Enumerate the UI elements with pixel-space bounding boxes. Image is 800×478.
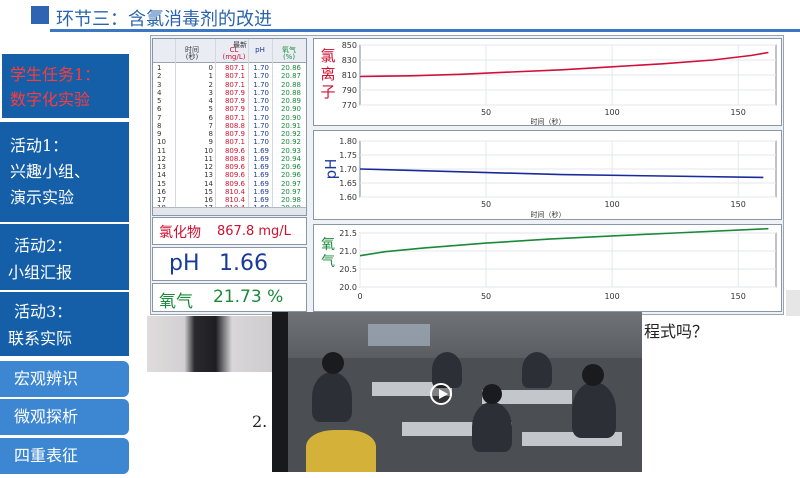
- header-square-icon: [31, 6, 49, 24]
- sidebar-task[interactable]: 学生任务1： 数字化实验: [0, 52, 129, 118]
- y-tick-label: 790: [342, 86, 357, 95]
- header-underline: [50, 29, 800, 32]
- y-tick-label: 21.0: [339, 247, 357, 256]
- chart-ph[interactable]: 1.80 1.75 1.70 1.65 1.60 50 100 150 时间（秒） pH: [313, 130, 782, 220]
- col-header-cl: CL (mg/L): [222, 46, 246, 61]
- play-icon: [439, 389, 448, 399]
- activity-2-line: 小组汇报: [8, 263, 73, 282]
- x-tick-label: 0: [357, 292, 362, 301]
- x-tick-label: 150: [731, 292, 746, 301]
- readout-ph-value: 1.66: [219, 251, 268, 276]
- slide-title: 环节三：含氯消毒剂的改进: [56, 9, 272, 30]
- x-tick-label: 150: [731, 108, 746, 117]
- y-axis-label-char: 氯: [320, 47, 335, 65]
- readout-ph: pH 1.66: [152, 247, 307, 281]
- readout-oxygen-value: 21.73 %: [213, 287, 284, 307]
- y-tick-label: 1.60: [339, 193, 357, 202]
- readout-chloride-value: 867.8 mg/L: [217, 224, 291, 239]
- sidebar-activity-3[interactable]: 活动3： 联系实际: [0, 290, 129, 356]
- table-horizontal-scrollbar[interactable]: [153, 207, 306, 215]
- y-axis-label-char: 氧: [321, 237, 335, 253]
- readout-ph-label: pH: [169, 251, 200, 276]
- y-tick-label: 1.80: [339, 137, 357, 146]
- plot-area: [359, 232, 777, 288]
- slide-text-bottom: 2.: [252, 412, 268, 431]
- activity-1-line: 兴趣小组、: [10, 162, 91, 181]
- y-tick-label: 1.75: [339, 151, 357, 160]
- activity-1-title: 活动1：: [10, 136, 69, 155]
- y-axis-label: pH: [322, 159, 340, 180]
- y-tick-label: 770: [342, 101, 357, 110]
- x-tick-label: 50: [481, 108, 491, 117]
- x-tick-label: 100: [604, 108, 619, 117]
- readout-oxygen: 氧气 21.73 %: [152, 283, 307, 312]
- task-line-2: 数字化实验: [10, 90, 91, 109]
- x-axis-label: 时间（秒）: [531, 210, 566, 219]
- col-header-o2: 氧气 (%): [282, 46, 296, 61]
- chart-oxygen[interactable]: 21.5 21.0 20.5 20.0 0 50 100 150 氧气: [313, 224, 782, 312]
- x-axis-label: 时间（秒）: [531, 117, 566, 126]
- y-tick-label: 830: [342, 56, 357, 65]
- activity-1-line: 演示实验: [10, 188, 75, 207]
- slide-header: 环节三：含氯消毒剂的改进: [0, 0, 800, 36]
- y-tick-label: 1.70: [339, 165, 357, 174]
- y-axis-label-char: 气: [321, 254, 335, 270]
- slide-text-right: 程式吗？: [644, 322, 709, 341]
- y-tick-label: 850: [342, 41, 357, 50]
- chart-chloride[interactable]: 850 830 810 790 770 50 100 150 时间（秒） 氯离子: [313, 38, 782, 126]
- y-axis-label-char: 离: [320, 65, 335, 83]
- y-tick-label: 1.65: [339, 179, 357, 188]
- classroom-video[interactable]: [272, 312, 642, 472]
- col-header-time: 时间 (秒): [185, 46, 199, 61]
- readout-chloride-label: 氯化物: [159, 225, 201, 241]
- pill-four-representations[interactable]: 四重表征: [0, 438, 129, 474]
- video-play-button[interactable]: [430, 383, 452, 405]
- chart-oxygen-svg: 21.5 21.0 20.5 20.00 50 100 150 氧气: [321, 227, 777, 301]
- col-header-ph: pH: [255, 46, 265, 54]
- y-tick-label: 810: [342, 71, 357, 80]
- x-tick-label: 50: [481, 200, 491, 209]
- x-tick-label: 50: [481, 292, 491, 301]
- sidebar-activity-2[interactable]: 活动2： 小组汇报: [0, 222, 129, 290]
- pill-micro[interactable]: 微观探析: [0, 399, 129, 435]
- data-table[interactable]: 最新 时间 (秒) CL (mg/L) pH 氧气 (%) 1 0 807.1 1.7…: [152, 38, 307, 216]
- pill-macro[interactable]: 宏观辨识: [0, 361, 129, 397]
- y-tick-label: 21.5: [339, 229, 357, 238]
- readout-chloride: 氯化物 867.8 mg/L: [152, 217, 307, 245]
- y-tick-label: 20.0: [339, 283, 357, 292]
- y-tick-label: 20.5: [339, 265, 357, 274]
- sidebar-activity-1[interactable]: 活动1： 兴趣小组、 演示实验: [0, 120, 129, 222]
- activity-2-title: 活动2：: [14, 236, 73, 255]
- activity-3-line: 联系实际: [8, 329, 73, 348]
- readout-oxygen-label: 氧气: [159, 292, 193, 312]
- x-tick-label: 100: [604, 200, 619, 209]
- teacher-video-strip: [147, 316, 272, 372]
- chart-ph-svg: 1.80 1.75 1.70 1.65 1.60 50 100 150 时间（秒） pH: [322, 137, 777, 219]
- x-tick-label: 150: [731, 200, 746, 209]
- x-tick-label: 100: [604, 292, 619, 301]
- y-axis-label-char: 子: [320, 83, 335, 101]
- edge-widget: [786, 290, 800, 316]
- activity-3-title: 活动3：: [14, 302, 73, 321]
- task-line-1: 学生任务1：: [10, 65, 101, 84]
- chart-chloride-svg: 850 830 810 790 770 50 100 150 时间（秒） 氯离子: [320, 41, 777, 126]
